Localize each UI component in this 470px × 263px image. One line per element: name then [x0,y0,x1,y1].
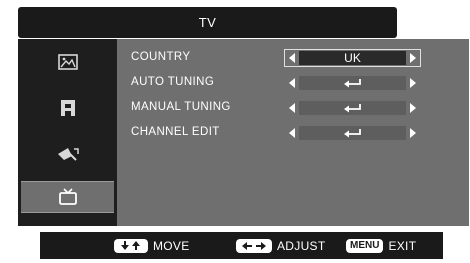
exit-label: EXIT [388,238,417,253]
enter-field [299,101,406,115]
menu-row-manual-tuning[interactable]: MANUAL TUNING [117,98,469,118]
row-label: AUTO TUNING [131,76,215,88]
sidebar-item-setup[interactable] [21,139,114,169]
move-label: MOVE [153,238,190,253]
manual-tuning-control[interactable] [285,100,420,116]
menu-row-country[interactable]: COUNTRY UK [117,48,469,68]
left-arrow-icon[interactable] [289,128,295,138]
enter-icon [343,104,361,113]
key-hint-bar: MOVE ADJUST MENU EXIT [40,232,443,259]
menu-title: TV [198,15,217,30]
menu-row-auto-tuning[interactable]: AUTO TUNING [117,73,469,93]
sidebar-item-sound[interactable] [21,93,114,123]
updown-key-icon [114,238,148,253]
picture-icon [57,54,78,70]
enter-field [299,126,406,140]
category-sidebar [18,39,117,226]
enter-icon [343,79,361,88]
right-arrow-icon[interactable] [410,78,416,88]
right-arrow-icon[interactable] [410,128,416,138]
enter-icon [343,129,361,138]
adjust-label: ADJUST [277,238,326,253]
enter-field [299,76,406,90]
move-hint: MOVE [114,232,190,259]
auto-tuning-control[interactable] [285,75,420,91]
sidebar-item-picture[interactable] [21,47,114,77]
menu-row-channel-edit[interactable]: CHANNEL EDIT [117,123,469,143]
menu-frame: COUNTRY UK AUTO TUNING MANUAL TUNING CHA… [18,39,469,226]
country-selector[interactable]: UK [284,49,421,67]
country-value: UK [299,51,406,65]
left-arrow-icon[interactable] [289,78,295,88]
left-arrow-icon[interactable] [289,53,295,63]
adjust-hint: ADJUST [236,232,325,259]
leftright-key-icon [236,238,272,253]
exit-hint: MENU EXIT [346,232,416,259]
menu-key: MENU [346,238,384,253]
left-arrow-icon[interactable] [289,103,295,113]
channel-edit-control[interactable] [285,125,420,141]
right-arrow-icon[interactable] [410,103,416,113]
setup-icon [57,148,79,161]
row-label: MANUAL TUNING [131,101,231,113]
sidebar-item-tv[interactable] [21,181,114,213]
row-label: CHANNEL EDIT [131,126,220,138]
title-bar: TV [18,7,397,38]
right-arrow-icon[interactable] [410,53,416,63]
row-label: COUNTRY [131,51,191,63]
sound-icon [60,100,75,116]
tv-icon [58,188,77,205]
settings-panel: COUNTRY UK AUTO TUNING MANUAL TUNING CHA… [117,39,469,226]
